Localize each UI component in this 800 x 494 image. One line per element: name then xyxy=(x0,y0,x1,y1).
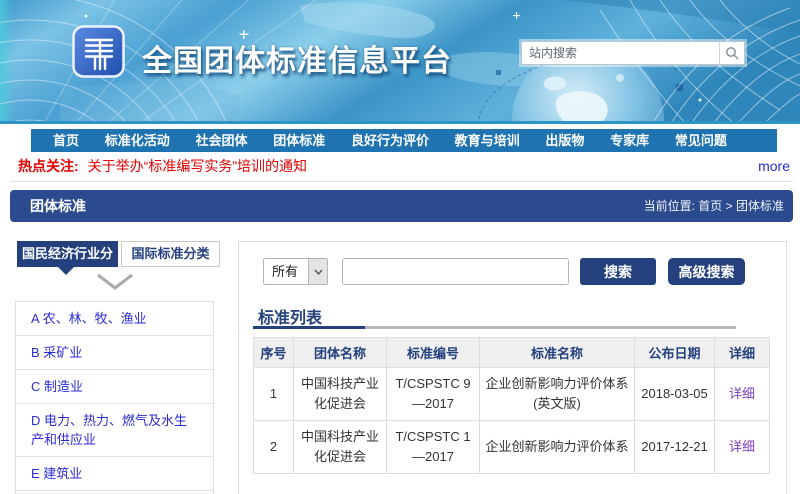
nav-item-faq[interactable]: 常见问题 xyxy=(675,129,727,152)
table-row: 2 中国科技产业化促进会 T/CSPSTC 1—2017 企业创新影响力评价体系… xyxy=(253,420,770,474)
select-arrow-icon xyxy=(308,259,327,284)
site-title: 全国团体标准信息平台 xyxy=(142,45,452,78)
nav-item-publications[interactable]: 出版物 xyxy=(545,129,584,152)
active-tab-pointer xyxy=(58,267,74,275)
cell-org: 中国科技产业化促进会 xyxy=(293,420,387,474)
hot-topic-notice-link[interactable]: 关于举办“标准编写实务”培训的通知 xyxy=(88,156,307,176)
breadcrumb[interactable]: 当前位置: 首页 > 团体标准 xyxy=(644,190,784,222)
tab-international-standard-classification[interactable]: 国际标准分类 xyxy=(121,241,220,267)
advanced-search-button[interactable]: 高级搜索 xyxy=(668,258,745,285)
page-header-bar: 团体标准 当前位置: 首页 > 团体标准 xyxy=(10,190,793,222)
more-link[interactable]: more xyxy=(758,158,790,174)
site-search-button[interactable] xyxy=(719,42,744,64)
horizontal-divider xyxy=(10,181,793,182)
page-title: 团体标准 xyxy=(30,198,86,214)
nav-item-organizations[interactable]: 社会团体 xyxy=(195,129,247,152)
cell-name: 企业创新影响力评价体系 xyxy=(479,420,635,474)
cell-code: T/CSPSTC 9—2017 xyxy=(386,367,480,421)
standards-list-title: 标准列表 xyxy=(258,310,323,327)
title-underline xyxy=(253,326,736,329)
category-item-e[interactable]: E 建筑业 xyxy=(16,457,213,491)
col-header-org: 团体名称 xyxy=(293,337,387,368)
nav-item-home[interactable]: 首页 xyxy=(53,129,79,152)
detail-link[interactable]: 详细 xyxy=(729,439,755,454)
classification-tabs: 国民经济行业分类 国际标准分类 xyxy=(17,241,220,287)
platform-logo-icon[interactable] xyxy=(72,25,125,78)
category-item-a[interactable]: A 农、林、牧、渔业 xyxy=(16,302,213,336)
col-header-code: 标准编号 xyxy=(386,337,480,368)
main-nav: 首页 标准化活动 社会团体 团体标准 良好行为评价 教育与培训 出版物 专家库 … xyxy=(31,129,777,152)
category-select[interactable]: 所有 xyxy=(263,258,328,285)
search-icon xyxy=(726,47,739,60)
nav-item-group-standards[interactable]: 团体标准 xyxy=(273,129,325,152)
tab-national-economy-classification[interactable]: 国民经济行业分类 xyxy=(17,241,118,287)
cell-no: 1 xyxy=(253,367,294,421)
col-header-detail: 详细 xyxy=(714,337,770,368)
site-search-box xyxy=(521,41,745,65)
industry-category-list: A 农、林、牧、渔业 B 采矿业 C 制造业 D 电力、热力、燃气及水生产和供应… xyxy=(15,301,214,494)
cell-date: 2017-12-21 xyxy=(634,420,715,474)
standards-table: 序号 团体名称 标准编号 标准名称 公布日期 详细 1 中国科技产业化促进会 T… xyxy=(253,337,770,474)
category-item-c[interactable]: C 制造业 xyxy=(16,370,213,404)
category-item-d[interactable]: D 电力、热力、燃气及水生产和供应业 xyxy=(16,404,213,457)
standards-panel: 所有 搜索 高级搜索 标准列表 序号 团体名称 标准编号 标准名称 公布日期 详… xyxy=(238,241,787,494)
category-item-b[interactable]: B 采矿业 xyxy=(16,336,213,370)
site-search-input[interactable] xyxy=(522,42,719,64)
hot-topics-bar: 热点关注: 关于举办“标准编写实务”培训的通知 more xyxy=(18,152,790,179)
cell-name: 企业创新影响力评价体系 (英文版) xyxy=(479,367,635,421)
category-select-value: 所有 xyxy=(272,264,299,279)
search-button[interactable]: 搜索 xyxy=(580,258,656,285)
hot-topics-label: 热点关注: xyxy=(18,157,79,174)
col-header-no: 序号 xyxy=(253,337,294,368)
table-header-row: 序号 团体名称 标准编号 标准名称 公布日期 详细 xyxy=(253,337,770,368)
col-header-date: 公布日期 xyxy=(634,337,715,368)
nav-item-activities[interactable]: 标准化活动 xyxy=(105,129,170,152)
chevron-down-icon xyxy=(97,273,133,290)
detail-link[interactable]: 详细 xyxy=(729,386,755,401)
table-row: 1 中国科技产业化促进会 T/CSPSTC 9—2017 企业创新影响力评价体系… xyxy=(253,367,770,421)
keyword-input[interactable] xyxy=(342,258,569,285)
site-banner: 全国团体标准信息平台 xyxy=(0,0,800,124)
nav-item-experts[interactable]: 专家库 xyxy=(610,129,649,152)
cell-code: T/CSPSTC 1—2017 xyxy=(386,420,480,474)
cell-no: 2 xyxy=(253,420,294,474)
nav-item-education[interactable]: 教育与培训 xyxy=(455,129,520,152)
nav-item-conduct-evaluation[interactable]: 良好行为评价 xyxy=(351,129,429,152)
col-header-name: 标准名称 xyxy=(479,337,635,368)
cell-date: 2018-03-05 xyxy=(634,367,715,421)
cell-org: 中国科技产业化促进会 xyxy=(293,367,387,421)
